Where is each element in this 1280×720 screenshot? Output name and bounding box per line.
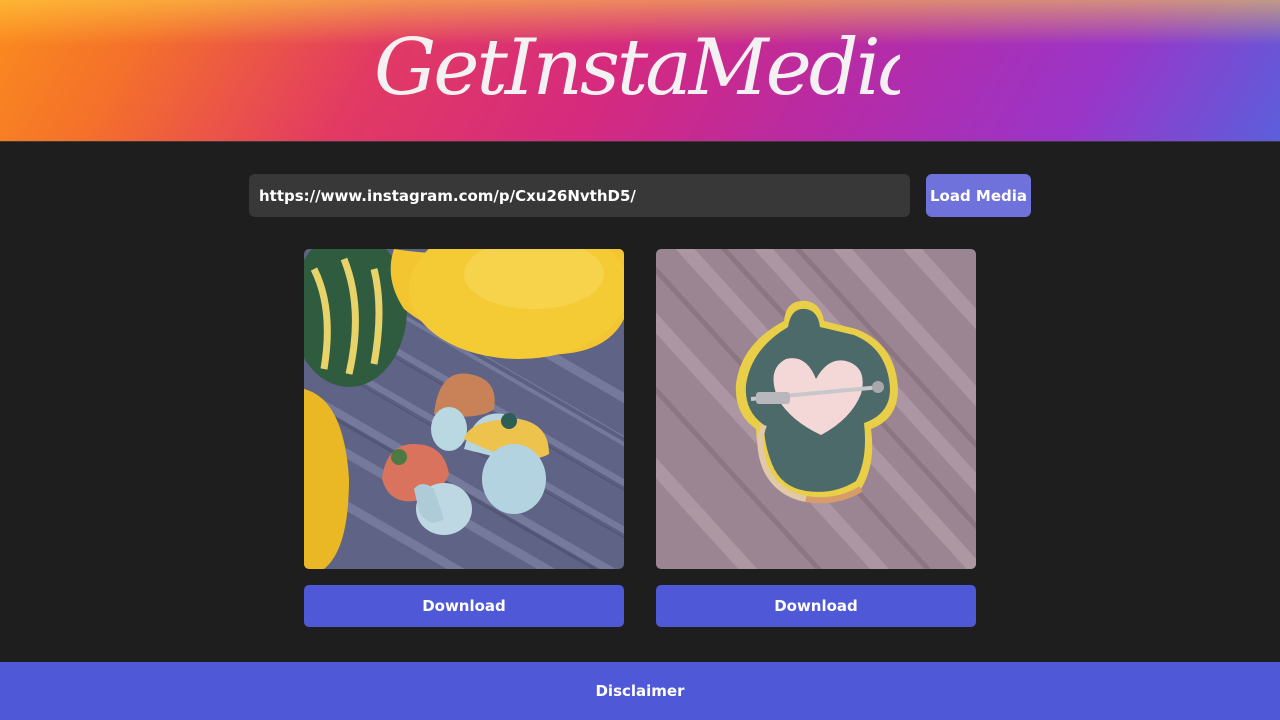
site-footer: Disclaimer	[0, 662, 1280, 720]
load-media-button[interactable]: Load Media	[926, 174, 1031, 217]
download-button[interactable]: Download	[304, 585, 624, 627]
media-card: Download	[656, 249, 976, 627]
url-input[interactable]	[249, 174, 910, 217]
site-logo[interactable]: GetInstaMedia	[370, 8, 900, 133]
logo-text: GetInstaMedia	[374, 23, 900, 113]
media-image-mushroom-brooches	[304, 249, 624, 569]
media-card: Download	[304, 249, 624, 627]
disclaimer-link[interactable]: Disclaimer	[595, 682, 684, 700]
site-header: GetInstaMedia	[0, 0, 1280, 142]
media-image-heart-patch	[656, 249, 976, 569]
download-button[interactable]: Download	[656, 585, 976, 627]
url-form: Load Media	[249, 174, 1031, 217]
